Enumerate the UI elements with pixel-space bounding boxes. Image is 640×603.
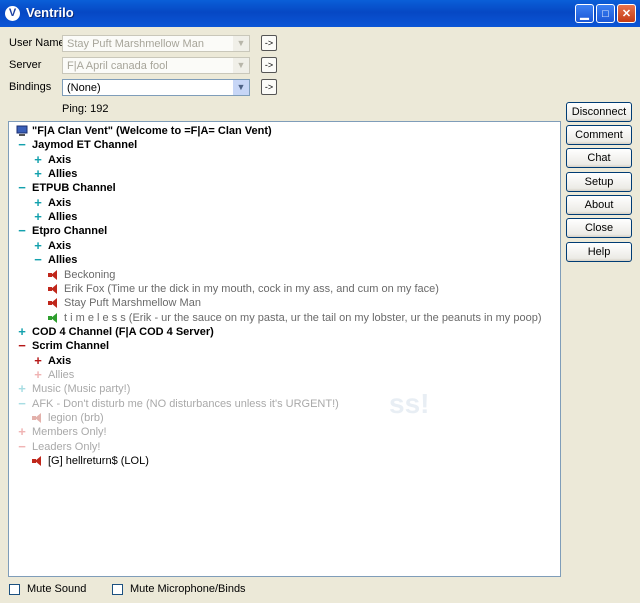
mute-sound-label: Mute Sound <box>27 583 87 595</box>
close-button[interactable]: Close <box>566 218 632 238</box>
about-button[interactable]: About <box>566 195 632 215</box>
help-button[interactable]: Help <box>566 242 632 262</box>
row-label: Members Only! <box>32 426 107 439</box>
user-name-go-button[interactable]: -> <box>261 35 277 51</box>
row-label: Axis <box>48 153 72 166</box>
row-label: Axis <box>48 354 72 367</box>
row-label: [G] hellreturn$ (LOL) <box>48 455 149 468</box>
row-label: Stay Puft Marshmellow Man <box>64 297 201 310</box>
expand-plus-icon[interactable]: + <box>16 425 28 439</box>
speaker-icon <box>32 456 42 467</box>
row-label: Beckoning <box>64 268 116 281</box>
setup-button[interactable]: Setup <box>566 172 632 192</box>
expand-plus-icon[interactable]: + <box>32 367 44 382</box>
checkbox-box[interactable] <box>9 584 20 595</box>
expand-plus-icon[interactable]: + <box>32 353 44 368</box>
chevron-down-icon[interactable]: ▼ <box>233 36 249 51</box>
title-bar: V Ventrilo ▁ □ ✕ <box>0 0 640 27</box>
ventrilo-app-icon: V <box>5 6 20 21</box>
expand-plus-icon[interactable]: + <box>16 324 28 339</box>
bindings-value: (None) <box>67 82 101 94</box>
expand-plus-icon[interactable]: + <box>32 238 44 253</box>
collapse-minus-icon[interactable]: − <box>16 224 28 238</box>
expand-plus-icon[interactable]: + <box>32 210 44 224</box>
server-icon <box>16 124 28 138</box>
checkbox-box[interactable] <box>112 584 123 595</box>
bindings-label: Bindings <box>9 81 52 93</box>
row-label: Allies <box>48 211 78 224</box>
row-label: "F|A Clan Vent" (Welcome to =F|A= Clan V… <box>32 125 272 137</box>
user-name-label: User Name <box>9 37 65 49</box>
row-label: Leaders Only! <box>32 440 101 453</box>
close-window-button[interactable]: ✕ <box>617 4 636 23</box>
collapse-minus-icon[interactable]: − <box>32 253 44 267</box>
bindings-combo[interactable]: (None) ▼ <box>62 79 250 96</box>
minimize-button[interactable]: ▁ <box>575 4 594 23</box>
row-label: t i m e l e s s (Erik - ur the sauce on … <box>64 311 542 324</box>
watermark-text: ss! <box>389 388 430 419</box>
row-label: Erik Fox (Time ur the dick in my mouth, … <box>64 282 439 295</box>
row-label: Allies <box>48 168 78 181</box>
row-label: Scrim Channel <box>32 340 110 353</box>
window-title: Ventrilo <box>26 5 74 20</box>
mute-microphone-label: Mute Microphone/Binds <box>130 583 246 595</box>
expand-plus-icon[interactable]: + <box>32 195 44 210</box>
speaker-icon <box>48 283 58 294</box>
server-combo[interactable]: F|A April canada fool ▼ <box>62 57 250 74</box>
collapse-minus-icon[interactable]: − <box>16 181 28 195</box>
expand-plus-icon[interactable]: + <box>32 152 44 167</box>
expand-plus-icon[interactable]: + <box>32 167 44 181</box>
comment-button[interactable]: Comment <box>566 125 632 145</box>
row-label: Allies <box>48 254 78 267</box>
speaker-icon <box>48 269 58 280</box>
row-label: Etpro Channel <box>32 225 108 238</box>
row-label: Axis <box>48 196 72 209</box>
speaker-icon <box>32 413 42 423</box>
disconnect-button[interactable]: Disconnect <box>566 102 632 122</box>
collapse-minus-icon[interactable]: − <box>16 396 28 411</box>
speaker-icon <box>48 312 58 323</box>
row-label: ETPUB Channel <box>32 182 116 195</box>
chevron-down-icon[interactable]: ▼ <box>233 80 249 95</box>
row-label: Axis <box>48 239 72 252</box>
collapse-minus-icon[interactable]: − <box>16 138 28 152</box>
chevron-down-icon[interactable]: ▼ <box>233 58 249 73</box>
user-name-value: Stay Puft Marshmellow Man <box>67 38 204 50</box>
server-go-button[interactable]: -> <box>261 57 277 73</box>
channel-tree[interactable]: ss! "F|A Clan Vent" (Welcome to =F|A= Cl… <box>8 121 561 577</box>
row-label: AFK - Don't disturb me (NO disturbances … <box>32 397 339 410</box>
server-value: F|A April canada fool <box>67 60 168 72</box>
collapse-minus-icon[interactable]: − <box>16 439 28 454</box>
server-label: Server <box>9 59 42 71</box>
row-label: legion (brb) <box>48 412 104 424</box>
collapse-minus-icon[interactable]: − <box>16 339 28 353</box>
speaker-icon <box>48 298 58 309</box>
maximize-button[interactable]: □ <box>596 4 615 23</box>
user-name-combo[interactable]: Stay Puft Marshmellow Man ▼ <box>62 35 250 52</box>
bindings-go-button[interactable]: -> <box>261 79 277 95</box>
row-label: Jaymod ET Channel <box>32 139 138 152</box>
row-label: COD 4 Channel (F|A COD 4 Server) <box>32 325 214 338</box>
expand-plus-icon[interactable]: + <box>16 382 28 396</box>
row-label: Allies <box>48 368 75 381</box>
ping-readout: Ping: 192 <box>62 103 109 115</box>
row-label: Music (Music party!) <box>32 383 131 396</box>
chat-button[interactable]: Chat <box>566 148 632 168</box>
